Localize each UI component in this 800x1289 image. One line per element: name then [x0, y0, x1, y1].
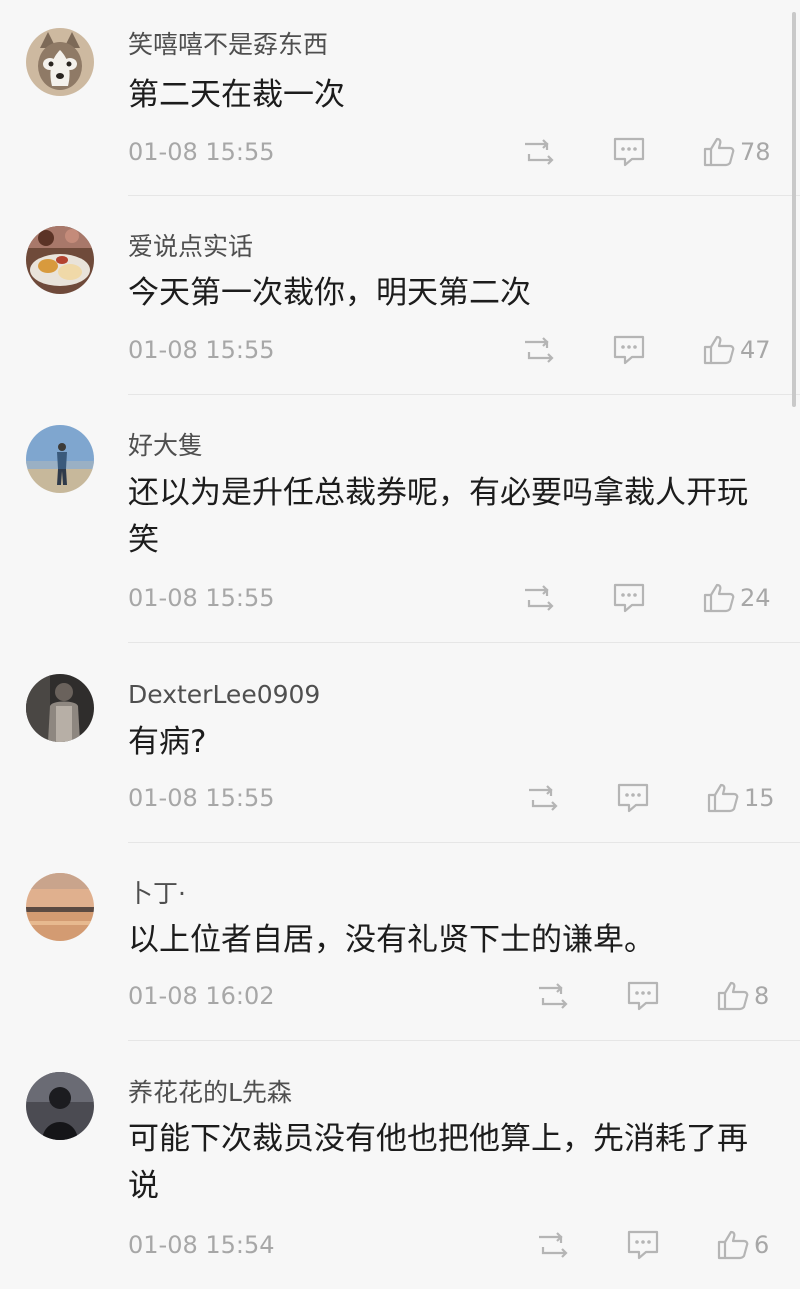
like-button[interactable]: 8	[716, 978, 769, 1014]
avatar[interactable]	[26, 226, 94, 294]
like-count: 6	[754, 1231, 770, 1259]
timestamp: 01-08 15:55	[128, 138, 275, 166]
like-button[interactable]: 24	[702, 580, 771, 616]
timestamp: 01-08 15:54	[128, 1231, 275, 1259]
comment-text: 有病?	[128, 724, 207, 760]
avatar[interactable]	[26, 873, 94, 941]
like-button[interactable]: 6	[716, 1227, 769, 1263]
divider	[128, 394, 800, 395]
timestamp: 01-08 15:55	[128, 336, 275, 364]
comment-icon	[617, 783, 649, 813]
repost-button[interactable]	[520, 134, 556, 170]
like-count: 24	[740, 584, 771, 612]
person-on-beach-avatar-icon	[26, 425, 94, 493]
like-count: 78	[740, 138, 771, 166]
comment-meta: 01-08 16:02 8	[128, 978, 778, 1014]
repost-icon	[525, 585, 554, 611]
timestamp: 01-08 15:55	[128, 784, 275, 812]
username[interactable]: 卜丁·	[128, 878, 186, 910]
like-count: 47	[740, 336, 771, 364]
repost-button[interactable]	[524, 780, 560, 816]
comment-icon	[627, 1230, 659, 1260]
username[interactable]: 好大隻	[128, 430, 203, 462]
comment-meta: 01-08 15:55	[128, 780, 778, 816]
like-count: 15	[744, 784, 775, 812]
username[interactable]: 笑嘻嘻不是孬东西	[128, 29, 328, 61]
avatar[interactable]	[26, 1072, 94, 1140]
reply-button[interactable]	[612, 332, 646, 368]
reply-button[interactable]	[612, 580, 646, 616]
like-button[interactable]: 15	[706, 780, 775, 816]
reply-button[interactable]	[626, 978, 660, 1014]
comment-text: 可能下次裁员没有他也把他算上，先消耗了再说	[128, 1121, 748, 1204]
like-button[interactable]: 47	[702, 332, 771, 368]
like-count: 8	[754, 982, 770, 1010]
repost-button[interactable]	[520, 332, 556, 368]
repost-button[interactable]	[534, 978, 570, 1014]
avatar[interactable]	[26, 425, 94, 493]
comment-icon	[627, 981, 659, 1011]
comment-icon	[613, 583, 645, 613]
comment-meta: 01-08 15:55	[128, 332, 778, 368]
dark-person-avatar-icon	[26, 674, 94, 742]
thumbs-up-icon	[703, 583, 735, 613]
timestamp: 01-08 15:55	[128, 584, 275, 612]
repost-button[interactable]	[534, 1227, 570, 1263]
thumbs-up-icon	[717, 1230, 749, 1260]
reply-button[interactable]	[612, 134, 646, 170]
comment-text: 第二天在裁一次	[128, 77, 345, 113]
timestamp: 01-08 16:02	[128, 982, 275, 1010]
reply-button[interactable]	[626, 1227, 660, 1263]
comment-meta: 01-08 15:54 6	[128, 1227, 778, 1263]
comment-text: 以上位者自居，没有礼贤下士的谦卑。	[128, 922, 655, 958]
husky-dog-avatar-icon	[26, 28, 94, 96]
thumbs-up-icon	[703, 137, 735, 167]
username[interactable]: 养花花的L先森	[128, 1077, 292, 1109]
divider	[128, 1040, 800, 1041]
comment-feed: 笑嘻嘻不是孬东西 第二天在裁一次 01-08 15:55 78 爱说点实话 今天…	[0, 0, 800, 1289]
like-button[interactable]: 78	[702, 134, 771, 170]
thumbs-up-icon	[703, 335, 735, 365]
scrollbar[interactable]	[792, 12, 796, 407]
repost-icon	[525, 337, 554, 363]
username[interactable]: DexterLee0909	[128, 679, 320, 711]
comment-icon	[613, 137, 645, 167]
repost-icon	[525, 139, 554, 165]
thumbs-up-icon	[717, 981, 749, 1011]
dark-figure-avatar-icon	[26, 1072, 94, 1140]
comment-meta: 01-08 15:55	[128, 134, 778, 170]
username[interactable]: 爱说点实话	[128, 231, 253, 263]
repost-icon	[539, 1232, 568, 1258]
comment-text: 还以为是升任总裁券呢，有必要吗拿裁人开玩笑	[128, 475, 748, 558]
thumbs-up-icon	[707, 783, 739, 813]
comment-icon	[613, 335, 645, 365]
divider	[128, 195, 800, 196]
sunset-lake-avatar-icon	[26, 873, 94, 941]
comment-meta: 01-08 15:55	[128, 580, 778, 616]
divider	[128, 642, 800, 643]
avatar[interactable]	[26, 674, 94, 742]
comment-text: 今天第一次裁你，明天第二次	[128, 275, 531, 311]
repost-icon	[539, 983, 568, 1009]
avatar[interactable]	[26, 28, 94, 96]
repost-button[interactable]	[520, 580, 556, 616]
food-table-avatar-icon	[26, 226, 94, 294]
reply-button[interactable]	[616, 780, 650, 816]
divider	[128, 842, 800, 843]
repost-icon	[529, 785, 558, 811]
